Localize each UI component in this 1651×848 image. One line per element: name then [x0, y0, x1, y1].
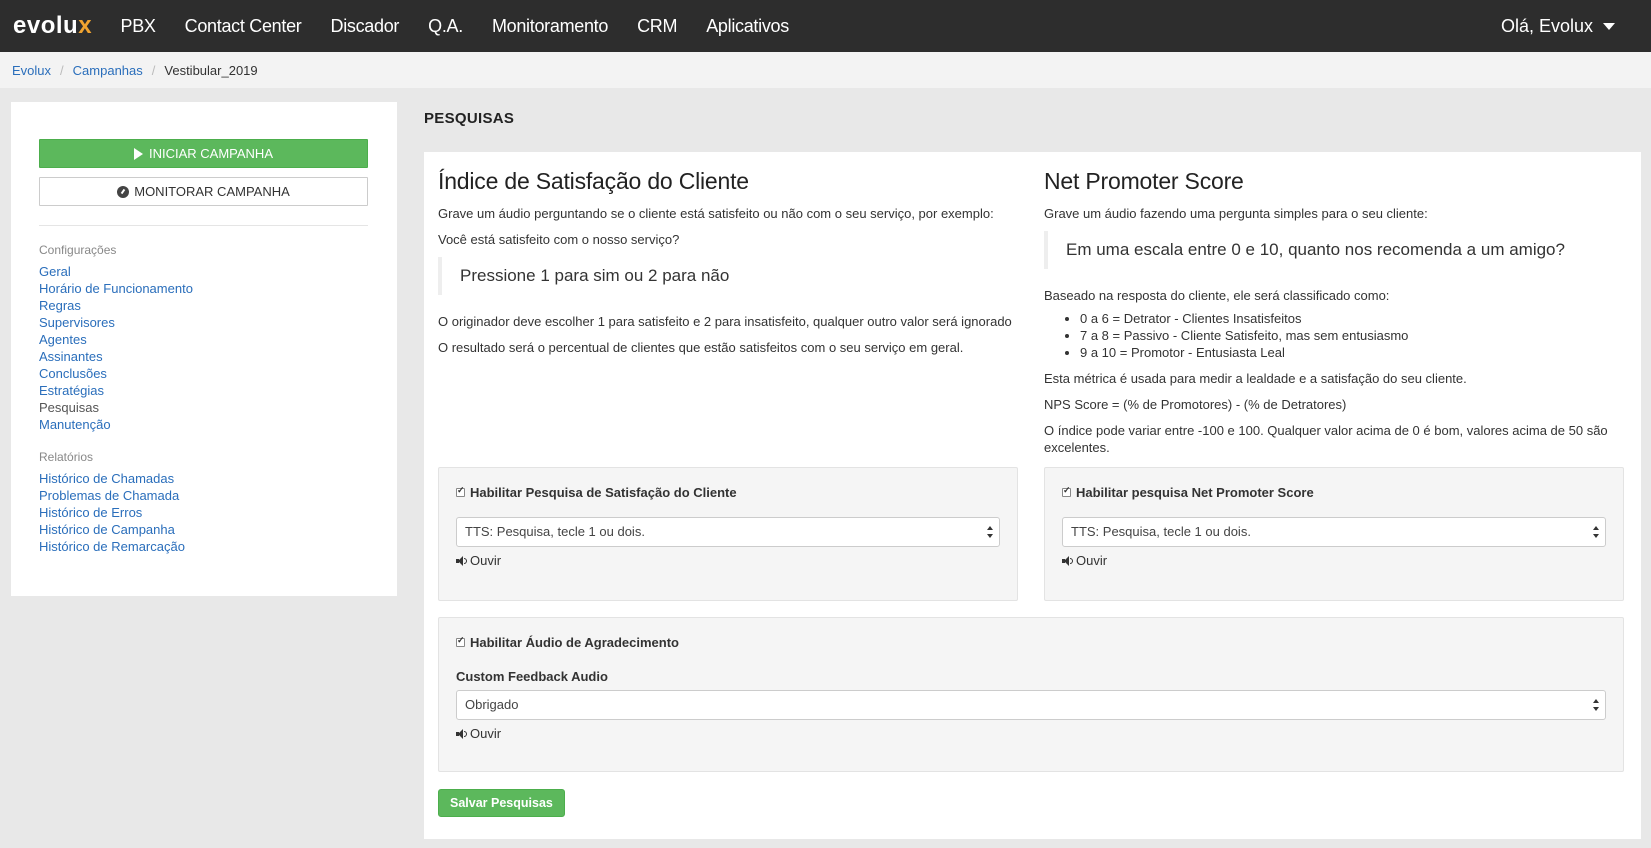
page-title: PESQUISAS: [424, 110, 515, 127]
nps-audio-value: TTS: Pesquisa, tecle 1 ou dois.: [1071, 524, 1251, 539]
breadcrumb-campanhas[interactable]: Campanhas: [73, 63, 143, 78]
volume-icon: [456, 728, 467, 739]
nps-formula: NPS Score = (% de Promotores) - (% de De…: [1044, 397, 1347, 412]
csat-description: Índice de Satisfação do Cliente Grave um…: [438, 152, 1018, 365]
csat-enable-checkbox[interactable]: Habilitar Pesquisa de Satisfação do Clie…: [456, 485, 1000, 500]
nps-audio-select[interactable]: TTS: Pesquisa, tecle 1 ou dois.: [1062, 517, 1606, 547]
user-greeting: Olá, Evolux: [1500, 16, 1593, 36]
monitor-campaign-label: MONITORAR CAMPANHA: [134, 184, 290, 199]
nps-enable-label: Habilitar pesquisa Net Promoter Score: [1076, 485, 1314, 500]
sidebar-item-historico-campanha[interactable]: Histórico de Campanha: [39, 521, 368, 538]
sidebar-item-geral[interactable]: Geral: [39, 263, 368, 280]
surveys-content: Índice de Satisfação do Cliente Grave um…: [424, 152, 1641, 839]
checkbox-checked-icon[interactable]: [456, 485, 465, 497]
csat-enable-label: Habilitar Pesquisa de Satisfação do Clie…: [470, 485, 737, 500]
caret-down-icon: [1603, 22, 1615, 30]
sidebar-item-supervisores[interactable]: Supervisores: [39, 314, 368, 331]
breadcrumb-current: Vestibular_2019: [164, 62, 258, 78]
volume-icon: [456, 555, 467, 566]
select-arrows-icon: [1593, 526, 1599, 538]
breadcrumb-evolux[interactable]: Evolux: [12, 63, 51, 78]
thanks-panel: Habilitar Áudio de Agradecimento Custom …: [438, 617, 1624, 772]
thanks-listen-button[interactable]: Ouvir: [456, 726, 1606, 741]
feedback-audio-value: Obrigado: [465, 697, 519, 712]
sidebar-item-estrategias[interactable]: Estratégias: [39, 382, 368, 399]
list-item: 0 a 6 = Detrator - Clientes Insatisfeito…: [1080, 310, 1624, 327]
save-surveys-button[interactable]: Salvar Pesquisas: [438, 789, 565, 817]
nps-range: O índice pode variar entre -100 e 100. Q…: [1044, 423, 1608, 455]
nav-pbx[interactable]: PBX: [106, 0, 170, 52]
nav-discador[interactable]: Discador: [316, 0, 414, 52]
sidebar-divider: [39, 225, 368, 226]
play-icon: [134, 147, 143, 160]
sidebar-item-historico-chamadas[interactable]: Histórico de Chamadas: [39, 470, 368, 487]
list-item: 7 a 8 = Passivo - Cliente Satisfeito, ma…: [1080, 327, 1624, 344]
breadcrumb-separator: /: [151, 62, 156, 78]
csat-para1: O originador deve escolher 1 para satisf…: [438, 314, 1012, 329]
monitor-campaign-button[interactable]: MONITORAR CAMPANHA: [39, 177, 368, 206]
csat-audio-value: TTS: Pesquisa, tecle 1 ou dois.: [465, 524, 645, 539]
csat-audio-select[interactable]: TTS: Pesquisa, tecle 1 ou dois.: [456, 517, 1000, 547]
nps-listen-label: Ouvir: [1076, 553, 1108, 568]
csat-listen-label: Ouvir: [470, 553, 502, 568]
feedback-audio-label: Custom Feedback Audio: [456, 669, 608, 684]
config-menu: Geral Horário de Funcionamento Regras Su…: [39, 263, 368, 433]
sidebar-item-pesquisas[interactable]: Pesquisas: [39, 399, 368, 416]
csat-heading: Índice de Satisfação do Cliente: [438, 168, 749, 194]
dashboard-icon: [117, 185, 130, 198]
nav-qa[interactable]: Q.A.: [414, 0, 478, 52]
user-menu[interactable]: Olá, Evolux: [1501, 0, 1615, 52]
nps-heading: Net Promoter Score: [1044, 168, 1244, 194]
feedback-audio-select[interactable]: Obrigado: [456, 690, 1606, 720]
select-arrows-icon: [987, 526, 993, 538]
sidebar-item-historico-remarcacao[interactable]: Histórico de Remarcação: [39, 538, 368, 555]
thanks-enable-checkbox[interactable]: Habilitar Áudio de Agradecimento: [456, 635, 1606, 650]
nav-monitoramento[interactable]: Monitoramento: [477, 0, 622, 52]
list-item: 9 a 10 = Promotor - Entusiasta Leal: [1080, 344, 1624, 361]
sidebar-item-agentes[interactable]: Agentes: [39, 331, 368, 348]
select-arrows-icon: [1593, 699, 1599, 711]
top-navbar: evolu x PBX Contact Center Discador Q.A. …: [0, 0, 1651, 52]
start-campaign-button[interactable]: INICIAR CAMPANHA: [39, 139, 368, 168]
csat-panel: Habilitar Pesquisa de Satisfação do Clie…: [438, 467, 1018, 601]
csat-quote: Pressione 1 para sim ou 2 para não: [438, 257, 1018, 295]
sidebar-item-problemas-chamada[interactable]: Problemas de Chamada: [39, 487, 368, 504]
thanks-enable-label: Habilitar Áudio de Agradecimento: [470, 635, 679, 650]
evolux-logo[interactable]: evolu x: [13, 12, 92, 39]
config-section-label: Configurações: [39, 243, 117, 257]
nav-crm[interactable]: CRM: [623, 0, 692, 52]
nav-aplicativos[interactable]: Aplicativos: [692, 0, 804, 52]
thanks-listen-label: Ouvir: [470, 726, 502, 741]
breadcrumb: Evolux / Campanhas / Vestibular_2019: [0, 52, 1651, 88]
csat-listen-button[interactable]: Ouvir: [456, 553, 1000, 568]
nps-metric: Esta métrica é usada para medir a lealda…: [1044, 371, 1467, 386]
reports-section-label: Relatórios: [39, 450, 94, 464]
sidebar-item-horario[interactable]: Horário de Funcionamento: [39, 280, 368, 297]
volume-icon: [1062, 555, 1073, 566]
sidebar-item-conclusoes[interactable]: Conclusões: [39, 365, 368, 382]
csat-para2: O resultado será o percentual de cliente…: [438, 340, 964, 355]
nps-intro: Grave um áudio fazendo uma pergunta simp…: [1044, 206, 1428, 221]
nps-enable-checkbox[interactable]: Habilitar pesquisa Net Promoter Score: [1062, 485, 1606, 500]
nps-listen-button[interactable]: Ouvir: [1062, 553, 1606, 568]
nps-classification-list: 0 a 6 = Detrator - Clientes Insatisfeito…: [1080, 310, 1624, 361]
sidebar-item-historico-erros[interactable]: Histórico de Erros: [39, 504, 368, 521]
csat-question: Você está satisfeito com o nosso serviço…: [438, 232, 680, 247]
sidebar-item-regras[interactable]: Regras: [39, 297, 368, 314]
csat-intro: Grave um áudio perguntando se o cliente …: [438, 206, 994, 221]
breadcrumb-separator: /: [60, 62, 64, 78]
sidebar: INICIAR CAMPANHA MONITORAR CAMPANHA Conf…: [11, 102, 397, 596]
reports-menu: Histórico de Chamadas Problemas de Chama…: [39, 470, 368, 555]
nps-classify: Baseado na resposta do cliente, ele será…: [1044, 288, 1390, 303]
checkbox-checked-icon[interactable]: [456, 635, 465, 647]
checkbox-checked-icon[interactable]: [1062, 485, 1071, 497]
nav-contact-center[interactable]: Contact Center: [170, 0, 316, 52]
sidebar-item-manutencao[interactable]: Manutenção: [39, 416, 368, 433]
start-campaign-label: INICIAR CAMPANHA: [149, 146, 273, 161]
sidebar-item-assinantes[interactable]: Assinantes: [39, 348, 368, 365]
main-nav: PBX Contact Center Discador Q.A. Monitor…: [106, 0, 803, 52]
nps-quote: Em uma escala entre 0 e 10, quanto nos r…: [1044, 231, 1624, 269]
nps-panel: Habilitar pesquisa Net Promoter Score TT…: [1044, 467, 1624, 601]
nps-description: Net Promoter Score Grave um áudio fazend…: [1044, 152, 1624, 465]
